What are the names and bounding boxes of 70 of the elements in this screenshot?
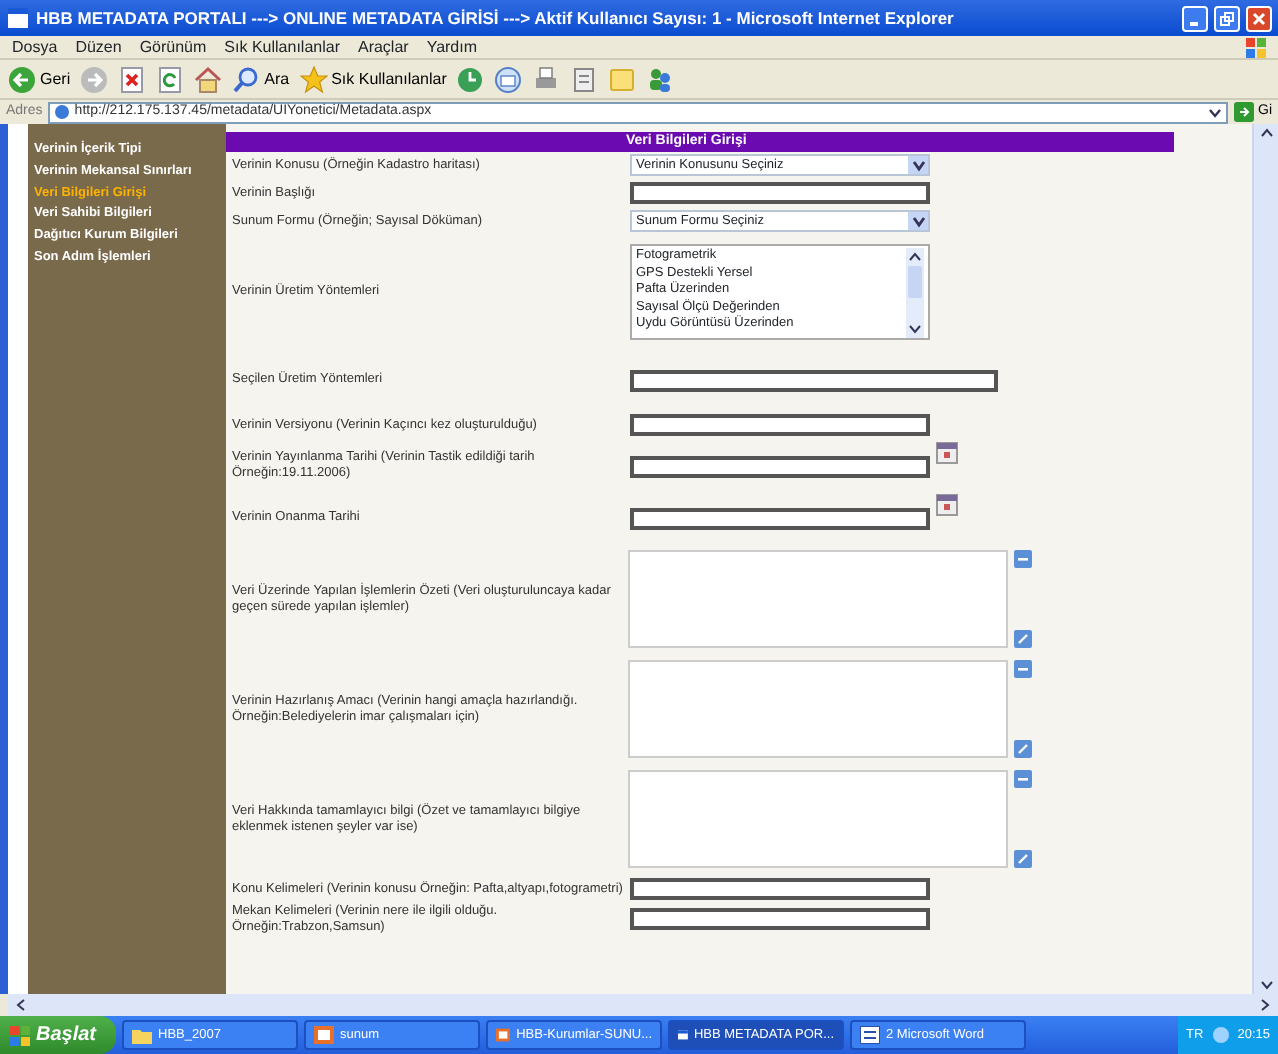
printer-icon — [532, 65, 561, 93]
mail-button[interactable] — [494, 65, 523, 93]
menu-item[interactable]: Sık Kullanılanlar — [224, 35, 340, 59]
forward-button[interactable] — [80, 65, 109, 93]
menu-item[interactable]: Görünüm — [139, 35, 207, 59]
input-field[interactable] — [630, 414, 930, 436]
resize-icon[interactable] — [1014, 740, 1032, 758]
search-button[interactable]: Ara — [232, 65, 290, 93]
maximize-button[interactable] — [1214, 5, 1240, 31]
folder-icon — [132, 1026, 153, 1044]
forward-arrow-icon — [80, 65, 109, 93]
home-button[interactable] — [194, 65, 223, 93]
document-icon — [860, 1026, 881, 1044]
list-scrollbar — [906, 248, 924, 338]
scroll-right-icon — [1260, 998, 1270, 1012]
minus-icon[interactable] — [1014, 770, 1032, 788]
input-field[interactable] — [630, 182, 930, 204]
page-icon — [570, 65, 599, 93]
resize-icon[interactable] — [1014, 630, 1032, 648]
back-arrow-icon — [8, 65, 36, 93]
note-icon — [608, 65, 637, 93]
refresh-icon — [156, 65, 185, 93]
slides-icon — [496, 1026, 511, 1044]
print-button[interactable] — [532, 65, 561, 93]
vertical-scrollbar[interactable] — [1252, 124, 1278, 994]
close-icon — [1252, 11, 1266, 25]
input-field[interactable] — [630, 908, 930, 931]
menu-item[interactable]: Dosya — [12, 35, 58, 59]
edit-button[interactable] — [570, 65, 599, 93]
mail-icon — [494, 65, 523, 93]
scroll-up-icon — [1259, 128, 1273, 138]
stop-icon — [118, 65, 147, 93]
back-button[interactable]: Geri — [8, 65, 71, 93]
restore-icon — [1220, 11, 1234, 25]
messenger-button[interactable] — [646, 65, 675, 93]
window-title: HBB METADATA PORTALI ---> ONLINE METADATA GİRİSİ ---> Aktif Kullanıcı Sayısı: 1 - Microsoft Internet Explorer — [36, 5, 956, 31]
minus-icon[interactable] — [1014, 550, 1032, 568]
date-field[interactable] — [630, 507, 930, 529]
stop-button[interactable] — [118, 65, 147, 93]
scroll-left-icon — [16, 998, 26, 1012]
minimize-button[interactable] — [1182, 5, 1208, 31]
input-field[interactable] — [630, 369, 998, 391]
go-arrow-icon — [1234, 102, 1254, 122]
history-button[interactable] — [456, 65, 485, 93]
network-icon — [1211, 1026, 1230, 1044]
slides-icon — [314, 1026, 335, 1044]
horizontal-scrollbar[interactable] — [8, 994, 1278, 1016]
refresh-button[interactable] — [156, 65, 185, 93]
resize-icon[interactable] — [1014, 850, 1032, 868]
browser-page-icon — [6, 6, 30, 30]
search-icon — [232, 65, 261, 93]
scroll-down-icon — [1259, 980, 1273, 990]
favorites-button[interactable]: Sık Kullanılanlar — [299, 65, 447, 93]
windows-flag-icon — [1246, 37, 1266, 57]
calendar-icon[interactable] — [936, 442, 958, 464]
calendar-icon[interactable] — [936, 494, 958, 516]
browser-page-icon — [678, 1026, 688, 1044]
minus-icon[interactable] — [1014, 660, 1032, 678]
people-icon — [646, 65, 675, 93]
input-field[interactable] — [630, 878, 930, 900]
date-field[interactable] — [630, 455, 930, 477]
star-icon — [299, 65, 328, 93]
globe-page-icon — [54, 104, 71, 120]
history-icon — [456, 65, 485, 93]
house-icon — [194, 65, 223, 93]
windows-flag-icon — [10, 1025, 30, 1045]
menu-item[interactable]: Yardım — [426, 35, 478, 59]
menu-item[interactable]: Düzen — [75, 35, 122, 59]
menu-item[interactable]: Araçlar — [357, 35, 409, 59]
close-button[interactable] — [1246, 5, 1272, 31]
